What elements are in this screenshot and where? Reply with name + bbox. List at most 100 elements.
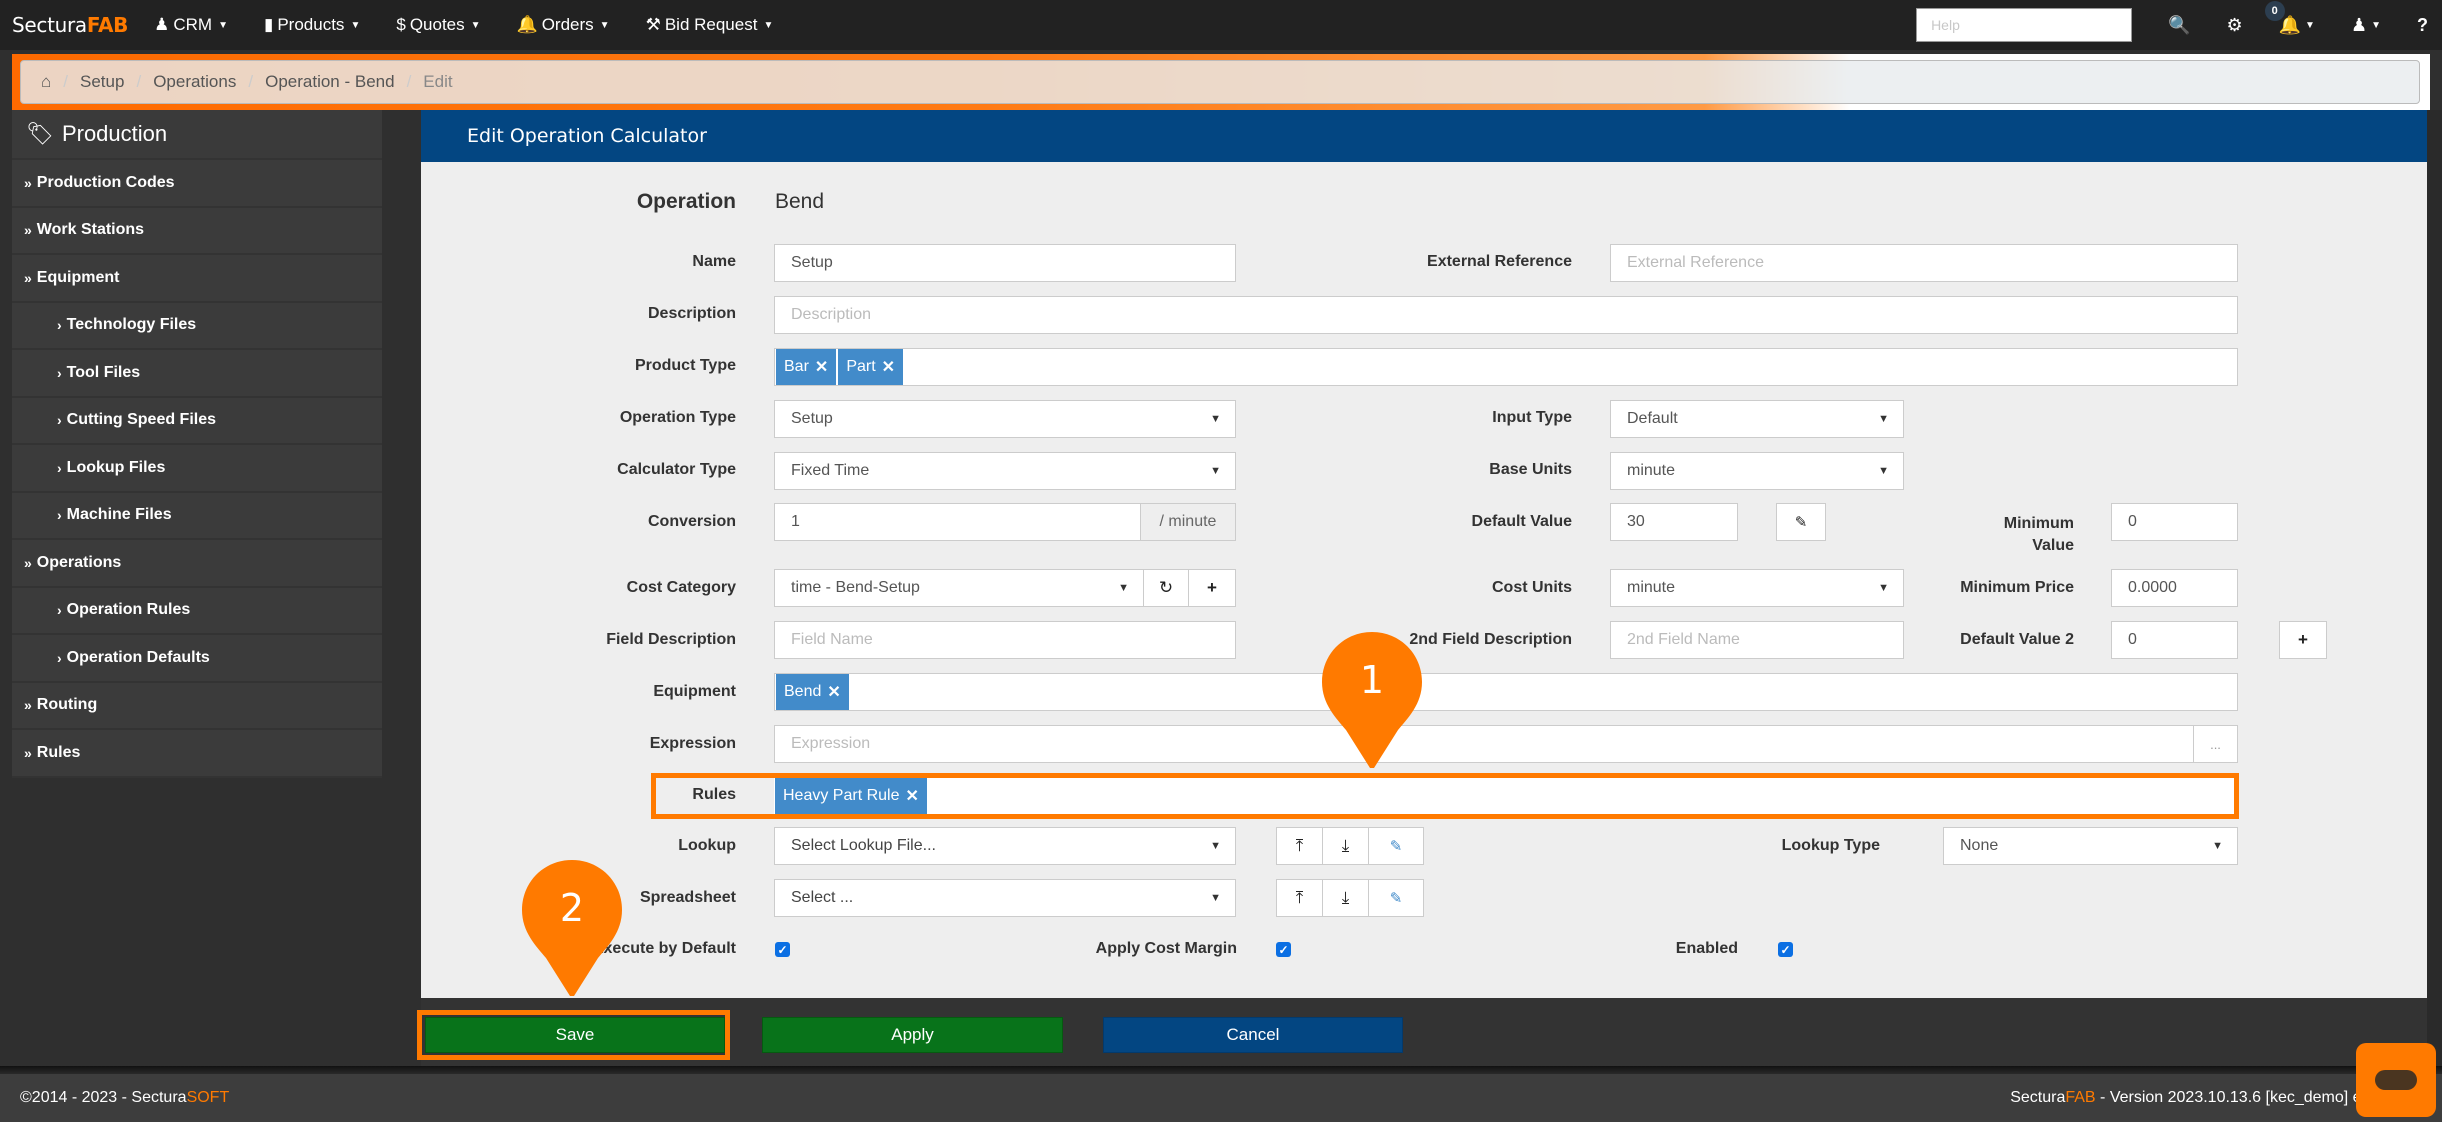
download-lookup-button[interactable]: ⤓ (1322, 827, 1369, 865)
refresh-cost-category-button[interactable]: ↻ (1143, 569, 1189, 607)
double-chevron-right-icon: » (24, 554, 32, 571)
base-units-select[interactable]: minute ▼ (1610, 452, 1904, 490)
sidebar-item-cutting-speed-files[interactable]: › Cutting Speed Files (12, 397, 382, 445)
settings-button[interactable]: ⚙ (2226, 15, 2242, 36)
add-cost-category-button[interactable]: + (1188, 569, 1236, 607)
calculator-type-label: Calculator Type (617, 461, 736, 478)
breadcrumb-operation-bend[interactable]: Operation - Bend (265, 72, 394, 92)
nav-crm[interactable]: ♟ CRM ▼ (154, 15, 228, 35)
nav-products[interactable]: ▮ Products ▼ (264, 15, 360, 35)
cancel-button[interactable]: Cancel (1103, 1017, 1403, 1053)
chat-widget-button[interactable] (2356, 1043, 2436, 1117)
name-input[interactable]: Setup (774, 244, 1236, 282)
sidebar-item-operation-rules[interactable]: › Operation Rules (12, 587, 382, 635)
callout-marker-2: 2 (520, 858, 624, 998)
select-value: minute (1627, 579, 1676, 596)
nav-quotes[interactable]: $ Quotes ▼ (396, 15, 480, 35)
expression-input[interactable] (774, 725, 2194, 763)
remove-tag-icon[interactable]: ✕ (827, 682, 840, 702)
edit-lookup-button[interactable]: ✎ (1368, 827, 1424, 865)
caret-down-icon: ▼ (470, 19, 481, 31)
notifications-button[interactable]: 0 🔔 ▼ (2264, 0, 2315, 36)
calculator-type-select[interactable]: Fixed Time ▼ (774, 452, 1236, 490)
description-input[interactable] (774, 296, 2238, 334)
select-value: time - Bend-Setup (791, 579, 920, 596)
spreadsheet-select[interactable]: Select ... ▼ (774, 879, 1236, 917)
lookup-label: Lookup (678, 837, 736, 854)
sidebar-item-work-stations[interactable]: » Work Stations (12, 207, 382, 255)
help-search-input[interactable] (1916, 8, 2133, 42)
field-description-input[interactable] (774, 621, 1236, 659)
apply-button[interactable]: Apply (762, 1017, 1063, 1053)
add-field-button[interactable]: + (2279, 621, 2327, 659)
home-icon[interactable]: ⌂ (41, 72, 51, 92)
edit-spreadsheet-button[interactable]: ✎ (1368, 879, 1424, 917)
upload-spreadsheet-button[interactable]: ⤒ (1276, 879, 1323, 917)
cost-category-select[interactable]: time - Bend-Setup ▼ (774, 569, 1144, 607)
nav-label: Quotes (409, 15, 465, 34)
product-type-tag-input[interactable]: Bar ✕ Part ✕ (774, 348, 2238, 386)
conversion-input[interactable]: 1 (774, 503, 1141, 541)
lookup-type-select[interactable]: None ▼ (1943, 827, 2238, 865)
user-icon: ♟ (2350, 14, 2368, 35)
sidebar-item-routing[interactable]: » Routing (12, 682, 382, 730)
minimum-price-input[interactable]: 0.0000 (2111, 569, 2238, 607)
breadcrumb-separator: / (63, 72, 69, 91)
default-value-2-input[interactable]: 0 (2111, 621, 2238, 659)
download-spreadsheet-button[interactable]: ⤓ (1322, 879, 1369, 917)
sidebar-item-lookup-files[interactable]: › Lookup Files (12, 445, 382, 493)
breadcrumb-current: Edit (423, 72, 453, 91)
sidebar-item-technology-files[interactable]: › Technology Files (12, 302, 382, 350)
sidebar-item-equipment[interactable]: » Equipment (12, 255, 382, 303)
download-icon: ⤓ (1341, 888, 1350, 907)
second-field-description-input[interactable] (1610, 621, 1904, 659)
lookup-select[interactable]: Select Lookup File... ▼ (774, 827, 1236, 865)
name-label: Name (692, 253, 736, 270)
execute-by-default-checkbox[interactable]: ✓ (775, 942, 790, 957)
double-chevron-right-icon: » (24, 222, 32, 239)
enabled-checkbox[interactable]: ✓ (1778, 942, 1793, 957)
cost-units-label: Cost Units (1492, 579, 1572, 596)
breadcrumb-setup[interactable]: Setup (80, 72, 124, 92)
upload-lookup-button[interactable]: ⤒ (1276, 827, 1323, 865)
sidebar-item-operation-defaults[interactable]: › Operation Defaults (12, 635, 382, 683)
edit-default-value-button[interactable]: ✎ (1776, 503, 1826, 541)
select-value: None (1960, 837, 1999, 854)
scroll-track (2427, 110, 2442, 1066)
tag-icon: 🏷 (26, 121, 54, 146)
version-brand: Sectura (2010, 1089, 2066, 1106)
equipment-tag-input[interactable]: Bend ✕ (774, 673, 2238, 711)
sidebar-item-machine-files[interactable]: › Machine Files (12, 492, 382, 540)
chevron-right-icon: › (57, 602, 62, 619)
remove-tag-icon[interactable]: ✕ (815, 357, 828, 377)
caret-down-icon: ▼ (218, 19, 228, 31)
remove-tag-icon[interactable]: ✕ (882, 357, 895, 377)
apply-cost-margin-checkbox[interactable]: ✓ (1276, 942, 1291, 957)
upload-icon: ⤒ (1295, 836, 1304, 855)
minimum-value-input[interactable]: 0 (2111, 503, 2238, 541)
search-button[interactable]: 🔍 (2168, 15, 2190, 36)
sidebar-item-rules[interactable]: » Rules (12, 730, 382, 778)
equipment-tag: Bend ✕ (776, 674, 849, 710)
plus-icon: + (1207, 578, 1217, 597)
default-value-input[interactable]: 30 (1610, 503, 1738, 541)
product-type-tag: Bar ✕ (776, 349, 837, 385)
sidebar-item-label: Tool Files (66, 363, 141, 381)
operation-type-select[interactable]: Setup ▼ (774, 400, 1236, 438)
nav-orders[interactable]: 🔔 Orders ▼ (517, 15, 610, 35)
help-button[interactable]: ? (2417, 15, 2428, 36)
sidebar-item-label: Routing (36, 696, 98, 714)
sidebar-item-production-codes[interactable]: » Production Codes (12, 160, 382, 208)
cost-units-select[interactable]: minute ▼ (1610, 569, 1904, 607)
base-units-label: Base Units (1489, 461, 1572, 478)
sidebar-item-operations[interactable]: » Operations (12, 540, 382, 588)
breadcrumb-operations[interactable]: Operations (153, 72, 236, 92)
double-chevron-right-icon: » (24, 744, 32, 761)
expression-builder-button[interactable]: ... (2193, 725, 2238, 763)
brand-logo[interactable]: SecturaFAB (12, 13, 128, 37)
sidebar-item-tool-files[interactable]: › Tool Files (12, 350, 382, 398)
user-menu-button[interactable]: ♟ ▼ (2351, 15, 2381, 36)
input-type-select[interactable]: Default ▼ (1610, 400, 1904, 438)
nav-bid-request[interactable]: ⚒ Bid Request ▼ (646, 15, 774, 35)
external-reference-input[interactable] (1610, 244, 2238, 282)
